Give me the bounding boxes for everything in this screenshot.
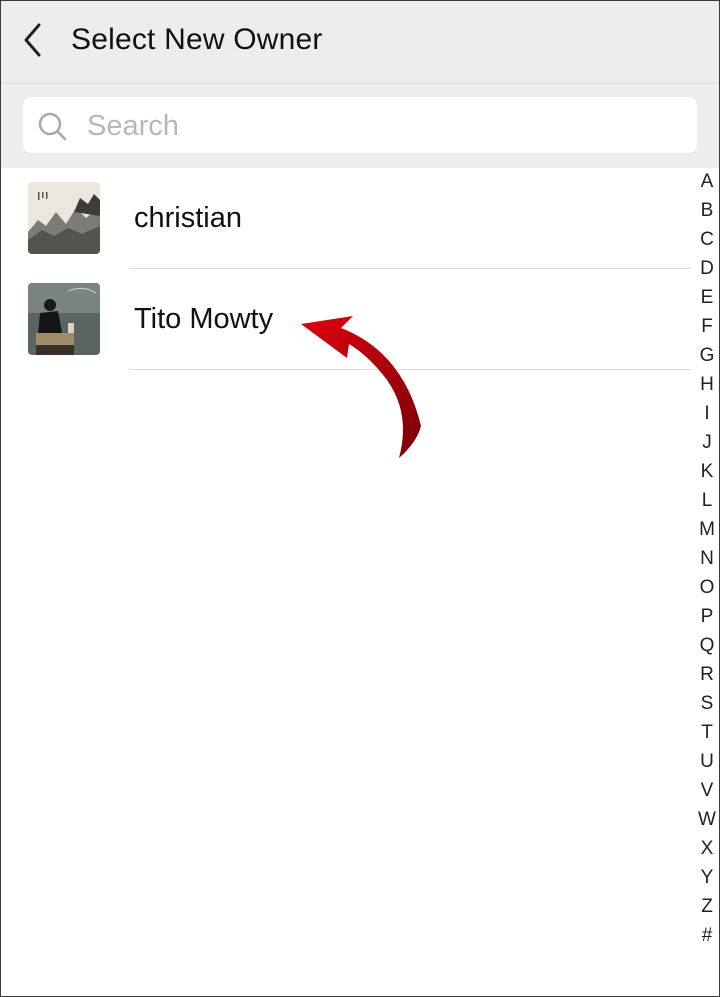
row-divider bbox=[129, 369, 691, 370]
index-letter-l[interactable]: L bbox=[693, 488, 719, 517]
index-letter-s[interactable]: S bbox=[693, 691, 719, 720]
avatar bbox=[28, 283, 100, 355]
index-letter-d[interactable]: D bbox=[693, 256, 719, 285]
index-letter-g[interactable]: G bbox=[693, 343, 719, 372]
index-letter-u[interactable]: U bbox=[693, 749, 719, 778]
index-letter-e[interactable]: E bbox=[693, 285, 719, 314]
index-letter-q[interactable]: Q bbox=[693, 633, 719, 662]
index-letter-v[interactable]: V bbox=[693, 778, 719, 807]
index-letter-w[interactable]: W bbox=[693, 807, 719, 836]
contact-list: christian Tito Mowty bbox=[1, 168, 691, 370]
index-letter-p[interactable]: P bbox=[693, 604, 719, 633]
page-title: Select New Owner bbox=[71, 23, 323, 56]
avatar bbox=[28, 182, 100, 254]
index-letter-c[interactable]: C bbox=[693, 227, 719, 256]
index-letter-m[interactable]: M bbox=[693, 517, 719, 546]
index-letter-hash[interactable]: # bbox=[693, 923, 719, 952]
index-letter-a[interactable]: A bbox=[693, 169, 719, 198]
search-icon bbox=[38, 112, 67, 141]
index-letter-z[interactable]: Z bbox=[693, 894, 719, 923]
index-letter-h[interactable]: H bbox=[693, 372, 719, 401]
contact-row-tito-mowty[interactable]: Tito Mowty bbox=[1, 269, 691, 370]
contact-name: christian bbox=[134, 202, 242, 234]
top-bar: Select New Owner bbox=[1, 1, 719, 84]
person-photo-avatar bbox=[28, 283, 100, 355]
index-letter-n[interactable]: N bbox=[693, 546, 719, 575]
index-letter-o[interactable]: O bbox=[693, 575, 719, 604]
index-letter-y[interactable]: Y bbox=[693, 865, 719, 894]
index-letter-r[interactable]: R bbox=[693, 662, 719, 691]
index-letter-i[interactable]: I bbox=[693, 401, 719, 430]
index-letter-j[interactable]: J bbox=[693, 430, 719, 459]
chevron-left-icon bbox=[24, 23, 41, 57]
index-letter-f[interactable]: F bbox=[693, 314, 719, 343]
landscape-painting-avatar bbox=[28, 182, 100, 254]
index-letter-k[interactable]: K bbox=[693, 459, 719, 488]
search-box[interactable] bbox=[23, 97, 697, 153]
contact-row-christian[interactable]: christian bbox=[1, 168, 691, 269]
app-frame: Select New Owner Search christian Tito M… bbox=[0, 0, 720, 997]
search-input[interactable] bbox=[85, 105, 689, 147]
back-button[interactable] bbox=[15, 19, 55, 63]
contact-name: Tito Mowty bbox=[134, 303, 274, 335]
index-letter-t[interactable]: T bbox=[693, 720, 719, 749]
alphabet-index-bar: A B C D E F G H I J K L M N O P Q R S T … bbox=[693, 169, 719, 952]
index-letter-x[interactable]: X bbox=[693, 836, 719, 865]
index-letter-b[interactable]: B bbox=[693, 198, 719, 227]
search-bar bbox=[1, 84, 719, 168]
